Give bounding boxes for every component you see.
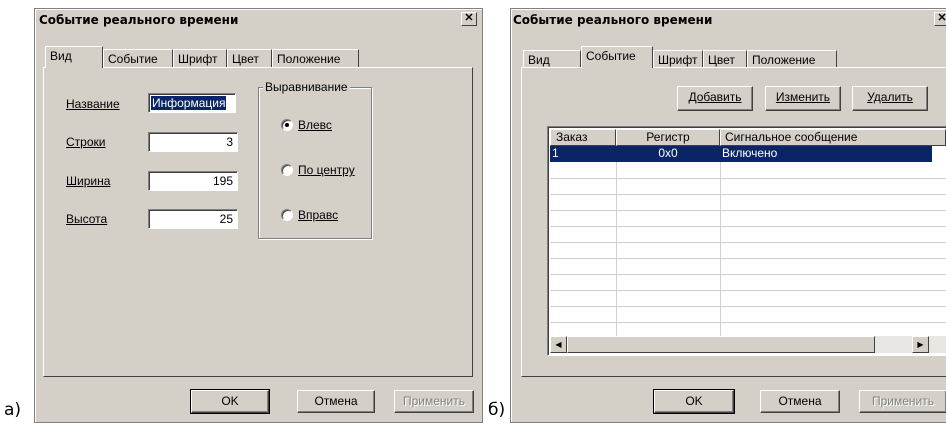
width-field[interactable]: 195 [148, 171, 238, 191]
grid-line [550, 306, 946, 307]
alignment-group-title: Выравнивание [263, 80, 350, 94]
close-icon: ✕ [464, 12, 474, 24]
apply-button-b[interactable]: Применить [859, 390, 946, 413]
ok-button-b[interactable]: OK [653, 389, 735, 414]
horizontal-scrollbar[interactable]: ◀ ▶ [550, 336, 946, 353]
grid-line [550, 274, 946, 275]
dialog-a-title: Событие реального времени [39, 13, 239, 27]
dialog-a-tab-panel: Название Информация Строки 3 Ширина 195 … [43, 67, 473, 377]
grid-line [550, 322, 946, 323]
add-button[interactable]: Добавить [677, 86, 753, 111]
name-label: Название [66, 97, 120, 111]
scroll-right-button[interactable]: ▶ [912, 336, 929, 353]
align-left-radio[interactable] [281, 119, 293, 131]
align-center-label[interactable]: По центру [298, 163, 355, 177]
column-header-message[interactable]: Сигнальное сообщение [720, 129, 946, 146]
dialog-b: Событие реального времени ✕ Вид Событие … [510, 8, 946, 423]
tab-view[interactable]: Вид [45, 46, 103, 68]
scroll-thumb[interactable] [567, 336, 875, 353]
column-header-register[interactable]: Регистр [616, 129, 720, 146]
tab-color[interactable]: Цвет [227, 49, 272, 68]
cell-order: 1 [552, 146, 559, 160]
column-header-order[interactable]: Заказ [550, 129, 616, 146]
dialog-b-title: Событие реального времени [513, 13, 713, 27]
align-center-radio[interactable] [281, 164, 293, 176]
tab-position[interactable]: Положение [272, 49, 359, 68]
arrow-right-icon: ▶ [917, 340, 924, 349]
align-right-label[interactable]: Вправс [298, 208, 338, 222]
events-table[interactable]: Заказ Регистр Сигнальное сообщение 1 0x0… [547, 126, 946, 356]
width-label: Ширина [66, 174, 111, 188]
tab-event-b[interactable]: Событие [581, 46, 653, 68]
apply-button[interactable]: Применить [394, 390, 474, 413]
table-row[interactable]: 1 0x0 Включено [550, 146, 932, 162]
rows-label: Строки [66, 135, 106, 149]
close-button[interactable]: ✕ [461, 12, 477, 26]
grid-line [616, 146, 617, 336]
tab-event[interactable]: Событие [103, 49, 173, 68]
height-label: Высота [66, 212, 108, 226]
alignment-group: Выравнивание Влевс По центру Вправс [258, 80, 372, 239]
cell-register: 0x0 [658, 146, 678, 160]
grid-line [550, 290, 946, 291]
close-icon: ✕ [937, 12, 946, 24]
grid-line [550, 178, 946, 179]
ok-button[interactable]: OK [190, 389, 270, 414]
dialog-a-titlebar[interactable]: Событие реального времени ✕ [37, 11, 480, 29]
grid-line [550, 210, 946, 211]
dialog-b-titlebar[interactable]: Событие реального времени ✕ [513, 11, 946, 29]
align-right-radio[interactable] [281, 209, 293, 221]
caption-b: б) [488, 400, 506, 420]
cancel-button[interactable]: Отмена [297, 390, 375, 413]
grid-line [550, 258, 946, 259]
dialog-a: Событие реального времени ✕ Вид Событие … [34, 8, 483, 423]
arrow-left-icon: ◀ [555, 340, 562, 349]
close-button-b[interactable]: ✕ [934, 12, 946, 26]
caption-a: а) [4, 400, 22, 420]
cancel-button-b[interactable]: Отмена [760, 390, 840, 413]
dialog-b-tab-panel: Добавить Изменить Удалить Заказ Регистр … [521, 67, 946, 377]
tab-font[interactable]: Шрифт [173, 49, 227, 68]
grid-line [720, 146, 721, 336]
cell-message: Включено [722, 146, 778, 160]
grid-line [550, 242, 946, 243]
height-field[interactable]: 25 [148, 209, 238, 229]
edit-button[interactable]: Изменить [765, 86, 841, 111]
align-left-label[interactable]: Влевс [298, 118, 332, 132]
scroll-left-button[interactable]: ◀ [550, 336, 567, 353]
name-field[interactable]: Информация [148, 93, 236, 113]
delete-button[interactable]: Удалить [852, 86, 928, 111]
grid-line [550, 226, 946, 227]
grid-line [550, 194, 946, 195]
rows-field[interactable]: 3 [148, 132, 238, 152]
